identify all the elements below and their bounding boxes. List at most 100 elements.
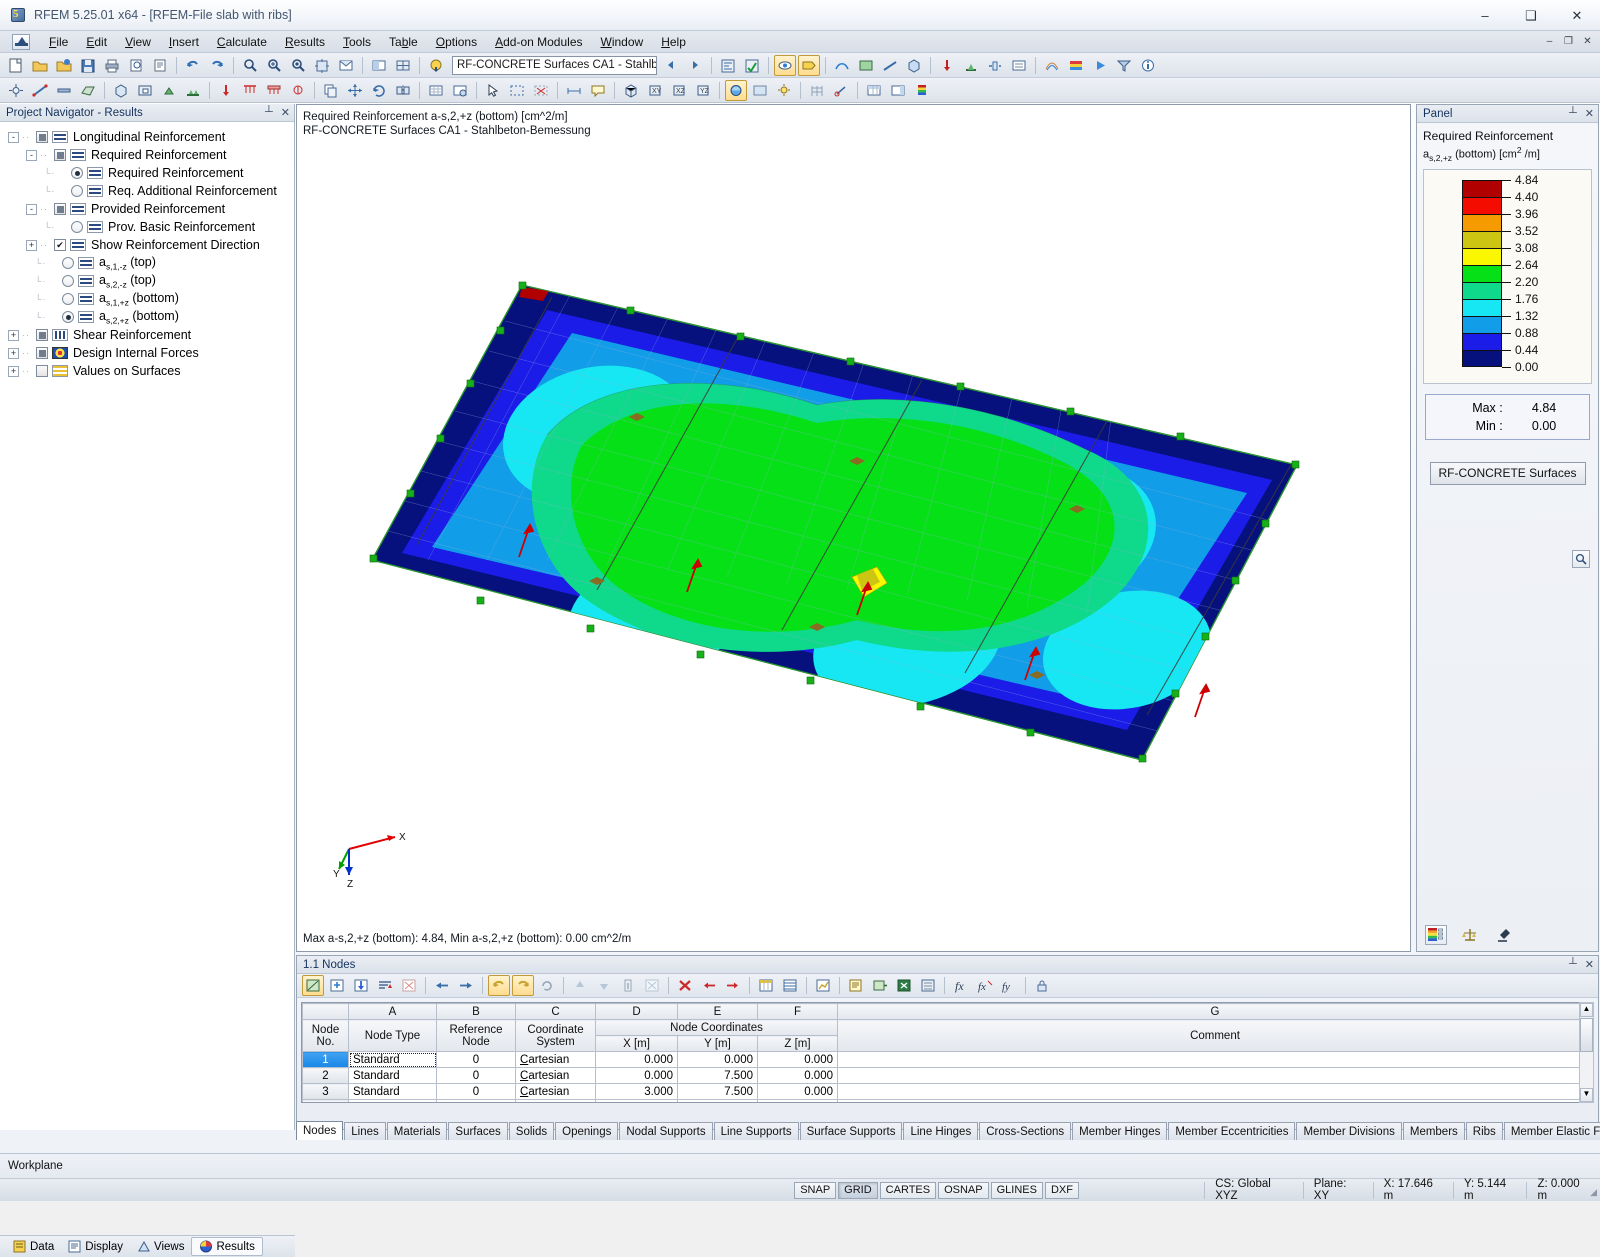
color-scale-icon[interactable] [1425,925,1447,945]
tree-item[interactable]: + ·· Values on Surfaces [0,362,294,380]
snap-toggle-icon[interactable] [830,80,852,101]
tree-item[interactable]: + ·· Shear Reinforcement [0,326,294,344]
scroll-up-arrow[interactable]: ▲ [1580,1003,1593,1017]
copy-icon[interactable] [320,80,342,101]
nav-tab-views[interactable]: Views [130,1238,191,1255]
table-next-icon[interactable] [455,975,477,996]
table-tab-ribs[interactable]: Ribs [1465,1122,1503,1140]
table-function2-icon[interactable]: fy [998,975,1020,996]
cell-z[interactable]: 0.000 [757,1067,838,1084]
mdi-close-button[interactable]: ✕ [1579,33,1596,49]
mesh-settings-icon[interactable] [449,80,471,101]
cell-comment[interactable] [837,1067,1593,1084]
members-result-icon[interactable] [879,55,901,76]
wireframe-icon[interactable] [392,55,414,76]
close-button[interactable]: ✕ [1554,0,1600,31]
expand-icon[interactable]: + [8,365,19,377]
table-print-icon[interactable] [845,975,867,996]
tree-radio-icon[interactable] [62,311,74,323]
table-redo-icon[interactable] [512,975,534,996]
close-icon[interactable]: ✕ [1585,107,1594,120]
menu-calculate[interactable]: Calculate [208,33,276,51]
cell-z[interactable]: 0.000 [757,1099,838,1102]
view-xy-icon[interactable]: XY [644,80,666,101]
load-surface-icon[interactable] [263,80,285,101]
load-free-icon[interactable] [287,80,309,101]
tree-radio-icon[interactable] [71,221,83,233]
table-tab-member-eccentricities[interactable]: Member Eccentricities [1168,1122,1296,1140]
mesh-icon[interactable] [425,80,447,101]
cell-x[interactable]: 0.000 [595,1067,678,1084]
cell-coordinate-system[interactable]: Cartesian [515,1099,596,1102]
view-xz-icon[interactable]: XZ [668,80,690,101]
result-values-icon[interactable] [1008,55,1030,76]
table-up-icon[interactable] [569,975,591,996]
select-window-icon[interactable] [506,80,528,101]
tree-checkbox-icon[interactable] [36,131,48,143]
menu-options[interactable]: Options [427,33,486,51]
isolines-icon[interactable] [1041,55,1063,76]
calculate-all-icon[interactable] [741,55,763,76]
collapse-icon[interactable]: - [26,149,37,161]
solids-result-icon[interactable] [903,55,925,76]
table-tab-lines[interactable]: Lines [344,1122,386,1140]
table-columns-icon[interactable] [755,975,777,996]
tree-item[interactable]: - ·· Provided Reinforcement [0,200,294,218]
collapse-icon[interactable]: - [26,203,37,215]
rotate-icon[interactable] [368,80,390,101]
table-refresh-icon[interactable] [536,975,558,996]
menu-results[interactable]: Results [276,33,334,51]
tree-item[interactable]: - ·· Required Reinforcement [0,146,294,164]
scales-icon[interactable] [1459,925,1481,945]
table-undo-icon[interactable] [488,975,510,996]
tree-item[interactable]: └· as,1,-z (top) [0,254,294,272]
tree-item[interactable]: - ·· Longitudinal Reinforcement [0,128,294,146]
table-tab-member-divisions[interactable]: Member Divisions [1296,1122,1402,1140]
surface-insert-icon[interactable] [77,80,99,101]
cell-y[interactable]: 0.000 [677,1099,758,1102]
tree-item[interactable]: └· Required Reinforcement [0,164,294,182]
table-rows-icon[interactable] [779,975,801,996]
pin-icon[interactable]: ┴ [265,106,273,119]
rf-concrete-surfaces-button[interactable]: RF-CONCRETE Surfaces [1429,461,1586,485]
cell-node-no[interactable]: 1 [302,1051,349,1068]
nav-tab-display[interactable]: Display [61,1238,130,1255]
tree-item[interactable]: + ·· Design Internal Forces [0,344,294,362]
tree-radio-icon[interactable] [62,293,74,305]
cell-y[interactable]: 7.500 [677,1083,758,1100]
table-delete-left-icon[interactable] [698,975,720,996]
expand-icon[interactable]: + [26,239,37,251]
solid-insert-icon[interactable] [110,80,132,101]
menu-file[interactable]: FFileile [40,33,77,51]
open-recent-icon[interactable] [53,55,75,76]
cell-coordinate-system[interactable]: Cartesian [515,1067,596,1084]
table-row[interactable]: 2 Standard 0 Cartesian 0.000 7.500 0.000 [302,1067,1593,1084]
table-tab-surface-supports[interactable]: Surface Supports [799,1122,903,1140]
tree-item[interactable]: └· Req. Additional Reinforcement [0,182,294,200]
column-letter-header[interactable]: D [595,1003,678,1020]
cell-y[interactable]: 0.000 [677,1051,758,1068]
status-toggle-cartes[interactable]: CARTES [879,1181,937,1199]
render-mode-icon[interactable] [368,55,390,76]
tree-checkbox-icon[interactable] [54,203,66,215]
pan-icon[interactable] [311,55,333,76]
comment-icon[interactable] [587,80,609,101]
load-line-icon[interactable] [239,80,261,101]
tree-checkbox-icon[interactable] [36,329,48,341]
tree-radio-icon[interactable] [71,167,83,179]
deselect-icon[interactable] [530,80,552,101]
cell-reference-node[interactable]: 0 [436,1099,516,1102]
cell-x[interactable]: 0.000 [595,1051,678,1068]
column-letter-header[interactable]: A [348,1003,437,1020]
table-delete-icon[interactable] [398,975,420,996]
status-toggle-osnap[interactable]: OSNAP [938,1181,989,1199]
table-lock-icon[interactable] [1031,975,1053,996]
result-case-combo[interactable]: RF-CONCRETE Surfaces CA1 - Stahlbet ▼ [452,55,657,75]
microscope-icon[interactable] [1493,925,1515,945]
column-letter-header[interactable]: B [436,1003,516,1020]
menu-help[interactable]: Help [652,33,695,51]
view-3d-icon[interactable] [620,80,642,101]
table-tab-line-hinges[interactable]: Line Hinges [903,1122,979,1140]
cell-reference-node[interactable]: 0 [436,1067,516,1084]
magnifier-icon[interactable] [1572,550,1590,568]
